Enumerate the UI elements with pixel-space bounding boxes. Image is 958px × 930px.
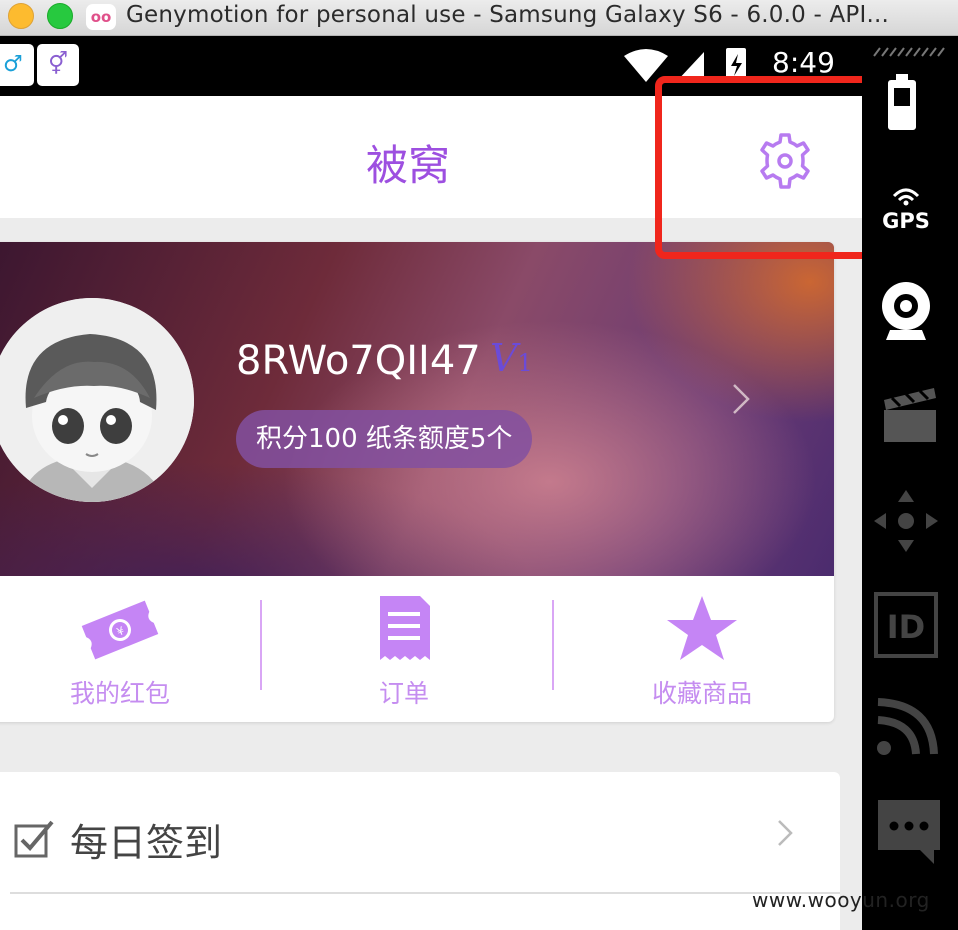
status-time: 8:49 (772, 46, 835, 79)
window-title: Genymotion for personal use - Samsung Ga… (126, 2, 890, 28)
quick-link-orders[interactable]: 订单 (304, 594, 504, 712)
red-packet-icon: ¥ (81, 600, 159, 660)
vip-letter: V (490, 336, 518, 380)
daily-checkin-label: 每日签到 (70, 821, 223, 865)
quick-links-row: ¥ 我的红包 订单 收藏商品 (0, 576, 834, 722)
order-receipt-icon (380, 596, 430, 660)
profile-card: 8RWo7QII47 V1 积分100 纸条额度5个 ¥ 我的红包 订单 收藏商… (0, 242, 834, 722)
network-icon[interactable] (872, 694, 948, 756)
chevron-right-icon (778, 820, 793, 846)
daily-checkin-row[interactable]: 每日签到 (0, 772, 840, 930)
username: 8RWo7QII47 (236, 338, 481, 384)
quick-link-label: 订单 (378, 679, 429, 708)
quick-link-favorites[interactable]: 收藏商品 (602, 594, 802, 712)
gps-icon[interactable]: GPS (872, 182, 948, 232)
remote-control-icon[interactable] (872, 488, 948, 554)
chevron-right-icon[interactable] (730, 382, 754, 416)
resize-grip-icon (873, 47, 945, 57)
quick-link-label: 收藏商品 (651, 679, 752, 708)
watermark: www.wooyun.org (752, 888, 930, 912)
genymotion-toolbar: GPS ID (862, 36, 958, 930)
device-id-label: ID (887, 608, 925, 646)
minimize-window-button[interactable] (8, 3, 34, 29)
vip-level-badge: V1 (490, 336, 533, 380)
sms-icon[interactable] (872, 796, 948, 866)
device-id-icon[interactable]: ID (872, 592, 948, 658)
notification-gender-icon: ⚥ (37, 44, 79, 86)
battery-icon[interactable] (872, 72, 948, 132)
notification-male-icon: ♂ (0, 44, 34, 86)
row-separator (10, 892, 840, 894)
capture-icon[interactable] (872, 382, 948, 444)
checkbox-checked-icon (14, 820, 54, 858)
maximize-window-button[interactable] (47, 3, 73, 29)
vip-level-number: 1 (517, 349, 533, 377)
profile-banner[interactable]: 8RWo7QII47 V1 积分100 纸条额度5个 (0, 242, 834, 576)
divider (260, 600, 262, 690)
webcam-icon[interactable] (872, 282, 948, 342)
quick-link-red-packet[interactable]: ¥ 我的红包 (20, 594, 220, 712)
divider (552, 600, 554, 690)
window-title-bar: oo Genymotion for personal use - Samsung… (0, 0, 958, 36)
quick-link-label: 我的红包 (69, 679, 170, 708)
cartoon-avatar-icon (0, 298, 194, 502)
highlight-box (655, 76, 883, 259)
user-avatar[interactable] (0, 298, 194, 502)
gps-label: GPS (882, 209, 930, 232)
genymotion-logo-icon: oo (86, 4, 116, 30)
points-quota-pill: 积分100 纸条额度5个 (236, 410, 533, 468)
star-icon (667, 596, 737, 660)
